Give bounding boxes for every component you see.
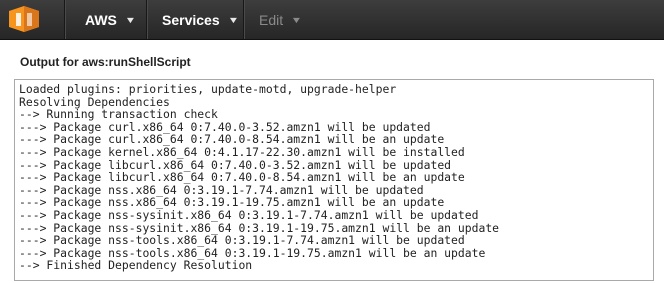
- nav-divider: [64, 0, 65, 39]
- output-line: --> Running transaction check: [19, 107, 218, 122]
- output-line: ---> Package kernel.x86_64 0:4.1.17-22.3…: [19, 144, 465, 159]
- output-line: --> Finished Dependency Resolution: [19, 258, 253, 273]
- edit-menu-label: Edit: [259, 11, 284, 28]
- command-output-console[interactable]: Loaded plugins: priorities, update-motd,…: [14, 79, 654, 281]
- nav-divider: [146, 0, 147, 39]
- output-title: Output for aws:runShellScript: [20, 55, 191, 69]
- chevron-down-icon: ▼: [124, 14, 137, 25]
- output-line: Loaded plugins: priorities, update-motd,…: [19, 82, 397, 96]
- edit-menu-button[interactable]: Edit ▼: [259, 0, 303, 39]
- chevron-down-icon: ▼: [290, 14, 303, 25]
- aws-logo-icon[interactable]: [6, 4, 42, 34]
- nav-divider: [243, 0, 244, 39]
- services-menu-label: Services: [162, 11, 220, 28]
- services-menu-button[interactable]: Services ▼: [162, 0, 239, 39]
- aws-menu-button[interactable]: AWS ▼: [85, 0, 137, 39]
- chevron-down-icon: ▼: [227, 14, 239, 25]
- top-navigation-bar: AWS ▼ Services ▼ Edit ▼: [0, 0, 664, 40]
- output-line: ---> Package nss-sysinit.x86_64 0:3.19.1…: [19, 207, 479, 222]
- aws-menu-label: AWS: [85, 11, 117, 28]
- output-line: ---> Package nss-tools.x86_64 0:3.19.1-7…: [19, 233, 465, 248]
- output-line: ---> Package libcurl.x86_64 0:7.40.0-8.5…: [19, 170, 465, 185]
